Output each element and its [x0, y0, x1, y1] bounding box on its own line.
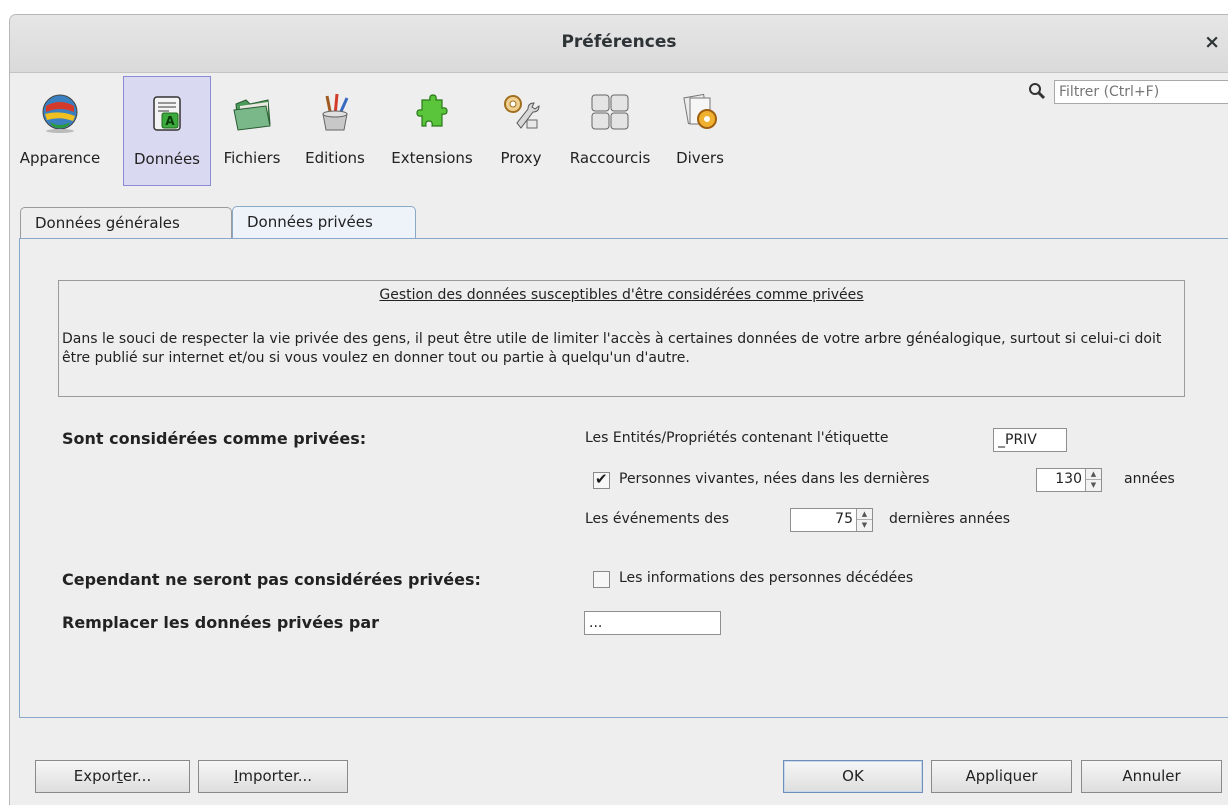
toolbar-item-fichiers[interactable]: Fichiers [214, 76, 290, 186]
document-icon: A [153, 96, 181, 131]
deceased-label: Les informations des personnes décédées [619, 570, 914, 586]
toolbar-label: Proxy [500, 149, 542, 167]
living-persons-label: Personnes vivantes, nées dans les derniè… [619, 471, 930, 487]
toolbar-item-donnees[interactable]: A Données [123, 76, 211, 186]
search-input[interactable] [1054, 80, 1228, 104]
check-mark-icon: ✔ [595, 470, 608, 488]
tab-donnees-generales[interactable]: Données générales [20, 207, 232, 238]
tag-label: Les Entités/Propriétés contenant l'étiqu… [585, 430, 889, 446]
living-years-unit: années [1124, 471, 1175, 487]
folder-icon [233, 99, 271, 131]
spinner-down-icon[interactable]: ▼ [1086, 480, 1101, 491]
toolbar-label: Extensions [391, 149, 473, 167]
events-years-spinner[interactable]: 75 ▲ ▼ [790, 508, 873, 532]
spinner-up-icon[interactable]: ▲ [857, 509, 872, 520]
tab-donnees-privees[interactable]: Données privées [232, 206, 416, 239]
toolbar-item-editions[interactable]: Editions [296, 76, 374, 186]
apply-button[interactable]: Appliquer [931, 760, 1072, 793]
toolbar-label: Apparence [19, 149, 101, 167]
replace-input[interactable] [584, 611, 721, 635]
replace-section-label: Remplacer les données privées par [62, 613, 380, 632]
exceptions-section-label: Cependant ne seront pas considérées priv… [62, 570, 481, 589]
globe-icon [42, 94, 78, 133]
events-years-value: 75 [835, 511, 853, 527]
import-label-post: mporter... [238, 767, 313, 785]
cancel-button[interactable]: Annuler [1081, 760, 1222, 793]
living-years-spinner[interactable]: 130 ▲ ▼ [1036, 468, 1102, 492]
close-button[interactable]: × [1204, 31, 1220, 53]
keyboard-keys-icon [591, 94, 629, 130]
spinner-up-icon[interactable]: ▲ [1086, 469, 1101, 480]
toolbar-item-extensions[interactable]: Extensions [380, 76, 484, 186]
toolbar-label: Données [133, 150, 200, 168]
toolbar-item-raccourcis[interactable]: Raccourcis [559, 76, 661, 186]
paint-brushes-icon [322, 93, 349, 131]
private-section-label: Sont considérées comme privées: [62, 429, 367, 448]
import-button[interactable]: Importer... [198, 760, 348, 793]
tag-input[interactable] [993, 428, 1067, 452]
info-box: Gestion des données susceptibles d'être … [58, 280, 1185, 397]
toolbar-label: Editions [305, 149, 365, 167]
window-title: Préférences [561, 32, 677, 52]
svg-text:A: A [165, 114, 175, 128]
events-unit: dernières années [889, 511, 1011, 527]
toolbar-label: Divers [676, 149, 724, 167]
toolbar-label: Fichiers [223, 149, 281, 167]
papers-gear-icon [683, 93, 717, 129]
search-icon [1029, 83, 1046, 100]
toolbar-item-divers[interactable]: Divers [666, 76, 734, 186]
living-persons-checkbox[interactable]: ✔ [593, 470, 610, 489]
ok-button[interactable]: OK [783, 760, 923, 793]
export-label-pre: Expor [73, 767, 117, 785]
puzzle-icon [416, 94, 448, 127]
spinner-down-icon[interactable]: ▼ [857, 520, 872, 531]
events-label: Les événements des [585, 511, 730, 527]
info-text: Dans le souci de respecter la vie privée… [62, 331, 1162, 366]
toolbar-item-proxy[interactable]: Proxy [488, 76, 554, 186]
title-bar: Préférences × [10, 15, 1228, 73]
deceased-checkbox[interactable] [593, 571, 610, 588]
toolbar-item-apparence[interactable]: Apparence [0, 76, 120, 186]
export-button[interactable]: Exporter... [35, 760, 190, 793]
info-title: Gestion des données susceptibles d'être … [379, 287, 864, 303]
living-years-value: 130 [1055, 471, 1082, 487]
toolbar-label: Raccourcis [569, 149, 651, 167]
export-label-post: er... [122, 767, 152, 785]
wrench-gear-icon [504, 95, 540, 129]
